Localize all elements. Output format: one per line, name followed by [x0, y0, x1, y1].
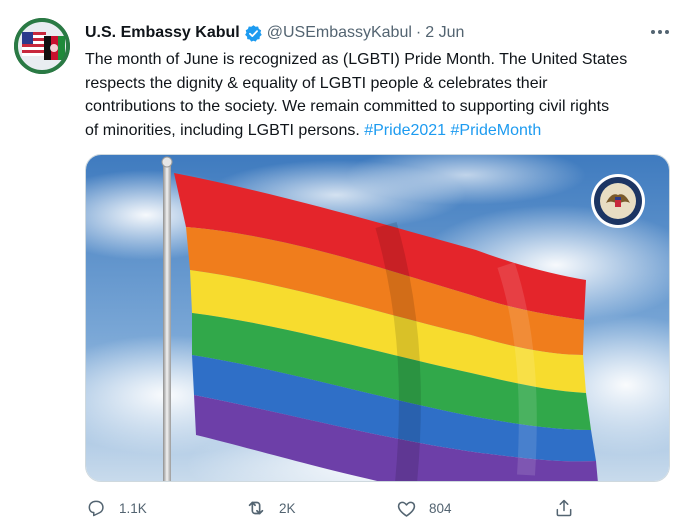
- retweet-icon: [245, 497, 267, 519]
- avatar[interactable]: [14, 18, 70, 74]
- like-button[interactable]: 804: [395, 494, 452, 522]
- reply-icon: [85, 497, 107, 519]
- handle[interactable]: @USEmbassyKabul: [267, 24, 412, 42]
- tweet-text-line: of minorities, including LGBTI persons.: [85, 121, 365, 139]
- reply-button[interactable]: 1.1K: [85, 494, 147, 522]
- tweet-text-line: The month of June is recognized as (LGBT…: [85, 51, 628, 68]
- hashtag-pride2021[interactable]: #Pride2021: [364, 122, 446, 139]
- tweet-text-line: respects the dignity & equality of LGBTI…: [85, 74, 548, 92]
- separator: ·: [415, 24, 422, 41]
- hashtag-pridemonth[interactable]: #PrideMonth: [451, 122, 542, 139]
- tweet-text-line: contributions to the society. We remain …: [85, 98, 610, 115]
- like-icon: [395, 497, 417, 519]
- reply-count: 1.1K: [119, 500, 147, 516]
- tweet-text: The month of June is recognized as (LGBT…: [85, 48, 685, 142]
- tweet-actions: 1.1K 2K 804: [85, 494, 585, 522]
- share-button[interactable]: [553, 494, 575, 522]
- share-icon: [553, 497, 575, 519]
- tweet-text-last-line: of minorities, including LGBTI persons. …: [85, 119, 685, 143]
- more-icon[interactable]: [648, 24, 672, 40]
- tweet[interactable]: U.S. Embassy Kabul @USEmbassyKabul · 2 J…: [0, 0, 695, 528]
- retweet-button[interactable]: 2K: [245, 494, 296, 522]
- like-count: 804: [429, 500, 452, 516]
- timestamp[interactable]: 2 Jun: [425, 24, 464, 42]
- retweet-count: 2K: [279, 500, 296, 516]
- tweet-header: U.S. Embassy Kabul @USEmbassyKabul · 2 J…: [85, 22, 464, 44]
- tweet-image[interactable]: [85, 154, 670, 482]
- verified-badge-icon: [244, 24, 263, 43]
- display-name[interactable]: U.S. Embassy Kabul: [85, 24, 240, 42]
